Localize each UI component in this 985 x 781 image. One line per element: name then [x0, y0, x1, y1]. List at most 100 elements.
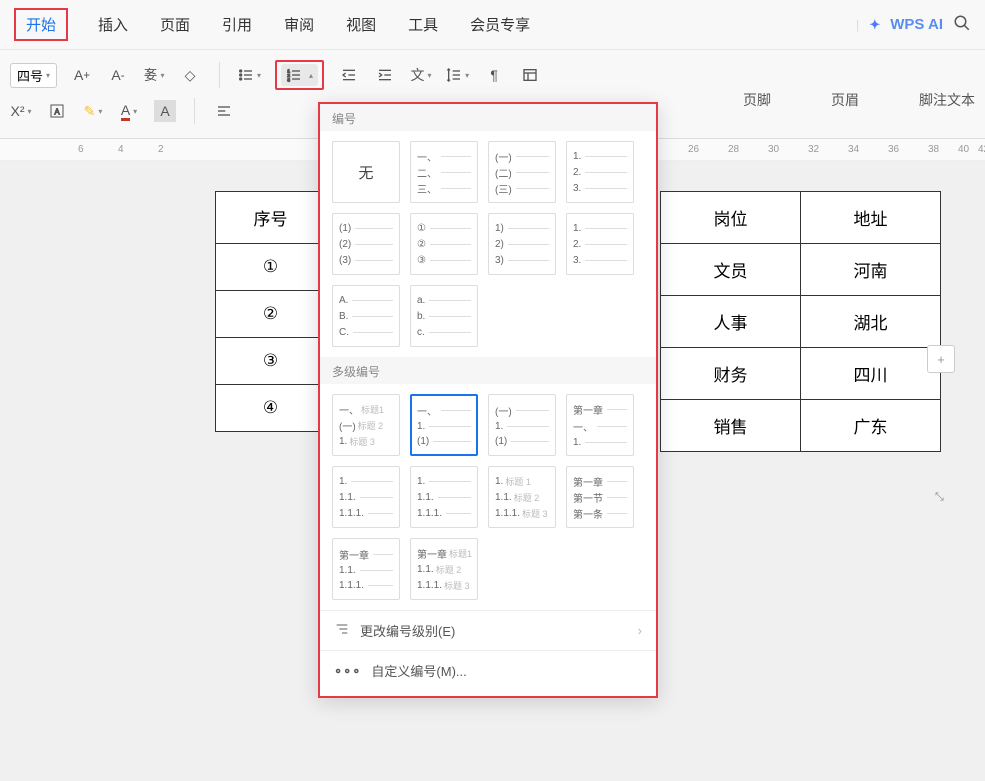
toolbar-divider	[219, 62, 220, 88]
decrease-indent-icon[interactable]	[338, 64, 360, 86]
multilevel-option[interactable]: 1.标题 1 1.1.标题 2 1.1.1.标题 3	[488, 466, 556, 528]
table-cell[interactable]: ④	[216, 385, 326, 432]
table-row[interactable]: ④	[216, 385, 326, 432]
document-table[interactable]: 序号 ① ② ③ ④	[215, 191, 326, 432]
multilevel-option[interactable]: 第一章 一、 1.	[566, 394, 634, 456]
align-left-icon[interactable]	[213, 100, 235, 122]
custom-numbering[interactable]: ∘∘∘ 自定义编号(M)...	[320, 650, 656, 690]
numbering-option-none[interactable]: 无	[332, 141, 400, 203]
change-numbering-level[interactable]: 更改编号级别(E) ›	[320, 610, 656, 650]
menu-item-member[interactable]: 会员专享	[468, 10, 532, 39]
font-color-icon[interactable]: A▾	[118, 100, 140, 122]
multilevel-option[interactable]: 第一章 1.1. 1.1.1.	[332, 538, 400, 600]
character-border-icon[interactable]: A	[46, 100, 68, 122]
table-resize-handle[interactable]: ⤡	[935, 491, 955, 511]
decrease-font-icon[interactable]: A-	[107, 64, 129, 86]
text-direction-icon[interactable]: 文▾	[410, 64, 432, 86]
table-row[interactable]: 人事 湖北	[661, 296, 941, 348]
ruler-mark: 4	[118, 144, 124, 155]
add-column-handle[interactable]: +	[927, 345, 955, 373]
increase-indent-icon[interactable]	[374, 64, 396, 86]
char-shading-icon[interactable]: A	[154, 100, 176, 122]
toolbar-row-1: 四号 ▾ A+ A- 㚣▾ ◇ ▾ 123 ▴ 文▾ ▾ ¶	[10, 56, 975, 94]
wps-ai-icon[interactable]: ✦	[869, 17, 880, 33]
line-spacing-icon[interactable]: ▾	[446, 64, 469, 86]
table-row[interactable]: 财务 四川	[661, 348, 941, 400]
tab-footnote[interactable]: 脚注文本	[919, 90, 975, 110]
numbering-option[interactable]: a. b. c.	[410, 285, 478, 347]
clear-format-icon[interactable]: ◇	[179, 64, 201, 86]
numbering-option[interactable]: 1. 2. 3.	[566, 213, 634, 275]
menu-item-start[interactable]: 开始	[14, 8, 68, 41]
tab-header[interactable]: 页眉	[831, 90, 859, 110]
numbering-option[interactable]: 1) 2) 3)	[488, 213, 556, 275]
ruler-mark: 28	[728, 144, 739, 155]
section-tabs: 页脚 页眉 脚注文本	[743, 90, 975, 110]
table-cell[interactable]: ②	[216, 291, 326, 338]
menu-bar: 开始 插入 页面 引用 审阅 视图 工具 会员专享 | ✦ WPS AI	[0, 0, 985, 50]
numbering-option[interactable]: (1) (2) (3)	[332, 213, 400, 275]
table-cell[interactable]: 人事	[661, 296, 801, 348]
table-header-pos[interactable]: 岗位	[661, 192, 801, 244]
menu-item-insert[interactable]: 插入	[96, 10, 130, 39]
wps-ai-label[interactable]: WPS AI	[890, 16, 943, 33]
table-cell[interactable]: 文员	[661, 244, 801, 296]
table-row[interactable]: 销售 广东	[661, 400, 941, 452]
highlight-icon[interactable]: ✎▾	[82, 100, 104, 122]
font-size-value: 四号	[17, 66, 43, 85]
numbering-option[interactable]: (一) (二) (三)	[488, 141, 556, 203]
increase-font-icon[interactable]: A+	[71, 64, 93, 86]
multilevel-option[interactable]: 1. 1.1. 1.1.1.	[332, 466, 400, 528]
change-level-label: 更改编号级别(E)	[360, 621, 455, 640]
multilevel-option-selected[interactable]: 一、 1. (1)	[410, 394, 478, 456]
paragraph-icon[interactable]: ¶	[483, 64, 505, 86]
multilevel-option[interactable]: 一、标题1 (一)标题 2 1.标题 3	[332, 394, 400, 456]
menu-item-reference[interactable]: 引用	[220, 10, 254, 39]
multilevel-option[interactable]: 1. 1.1. 1.1.1.	[410, 466, 478, 528]
numbering-button-highlighted[interactable]: 123 ▴	[275, 60, 324, 90]
table-row[interactable]: 序号	[216, 192, 326, 244]
multilevel-option[interactable]: 第一章 第一节 第一条	[566, 466, 634, 528]
table-cell[interactable]: 湖北	[801, 296, 941, 348]
table-cell[interactable]: 河南	[801, 244, 941, 296]
table-cell[interactable]: ①	[216, 244, 326, 291]
numbering-grid: 无 一、 二、 三、 (一) (二) (三) 1. 2. 3. (1) (2) …	[320, 131, 656, 357]
ruler-mark: 38	[928, 144, 939, 155]
table-cell[interactable]: 财务	[661, 348, 801, 400]
table-cell[interactable]: 广东	[801, 400, 941, 452]
table-row[interactable]: ①	[216, 244, 326, 291]
numbering-option[interactable]: 1. 2. 3.	[566, 141, 634, 203]
multilevel-option[interactable]: 第一章标题1 1.1.标题 2 1.1.1.标题 3	[410, 538, 478, 600]
multilevel-option[interactable]: (一) 1. (1)	[488, 394, 556, 456]
search-icon[interactable]	[953, 14, 971, 35]
numbering-option[interactable]: 一、 二、 三、	[410, 141, 478, 203]
table-row[interactable]: 文员 河南	[661, 244, 941, 296]
document-table-right[interactable]: 岗位 地址 文员 河南 人事 湖北 财务 四川 销售 广东	[660, 191, 941, 452]
indent-level-icon	[334, 621, 350, 640]
phonetic-guide-icon[interactable]: 㚣▾	[143, 64, 165, 86]
table-cell[interactable]: 销售	[661, 400, 801, 452]
svg-text:A: A	[54, 107, 60, 116]
table-row[interactable]: ③	[216, 338, 326, 385]
table-row[interactable]: ②	[216, 291, 326, 338]
tab-footer[interactable]: 页脚	[743, 90, 771, 110]
bullets-icon[interactable]: ▾	[238, 64, 261, 86]
table-row[interactable]: 岗位 地址	[661, 192, 941, 244]
superscript-icon[interactable]: X²▾	[10, 100, 32, 122]
section-title-multilevel: 多级编号	[320, 357, 656, 384]
ruler-mark: 32	[808, 144, 819, 155]
toolbar-divider	[194, 98, 195, 124]
menu-item-review[interactable]: 审阅	[282, 10, 316, 39]
numbering-option[interactable]: A. B. C.	[332, 285, 400, 347]
menu-item-view[interactable]: 视图	[344, 10, 378, 39]
menu-item-page[interactable]: 页面	[158, 10, 192, 39]
svg-text:3: 3	[287, 78, 290, 83]
layout-icon[interactable]	[519, 64, 541, 86]
font-size-dropdown[interactable]: 四号 ▾	[10, 63, 57, 88]
table-cell[interactable]: 四川	[801, 348, 941, 400]
table-cell[interactable]: ③	[216, 338, 326, 385]
numbering-option[interactable]: ① ② ③	[410, 213, 478, 275]
table-header-addr[interactable]: 地址	[801, 192, 941, 244]
table-header-num[interactable]: 序号	[216, 192, 326, 244]
menu-item-tools[interactable]: 工具	[406, 10, 440, 39]
